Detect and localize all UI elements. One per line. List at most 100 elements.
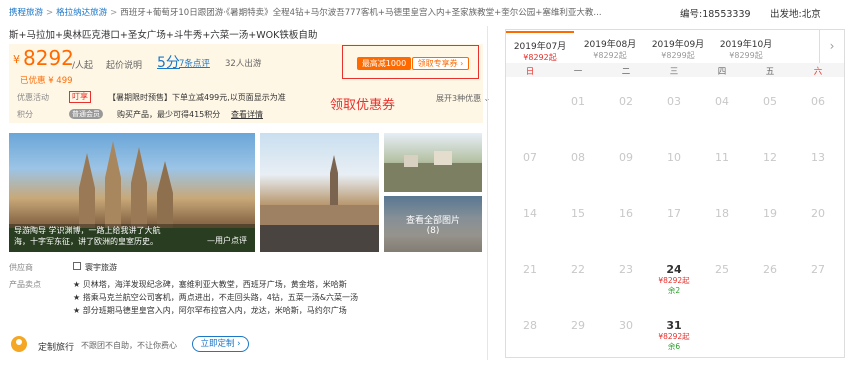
day-number: 08 bbox=[571, 151, 585, 164]
breadcrumb-separator: > bbox=[46, 8, 54, 18]
day-number: 01 bbox=[571, 95, 585, 108]
calendar-day: 14 bbox=[506, 188, 554, 244]
rating-score[interactable]: 5分 bbox=[157, 52, 180, 72]
day-number: 24 bbox=[666, 263, 682, 276]
calendar-day: 07 bbox=[506, 132, 554, 188]
calendar-day[interactable]: 24 ¥8292起 余2 bbox=[650, 244, 698, 300]
calendar-day: 20 bbox=[794, 188, 842, 244]
day-number: 23 bbox=[619, 263, 633, 276]
calendar-day: 18 bbox=[698, 188, 746, 244]
calendar-day: 25 bbox=[698, 244, 746, 300]
top-bar: 携程旅游 > 格拉纳达旅游 > 西班牙+葡萄牙10日跟团游·《暑期特卖》全程4钻+马尔波… bbox=[0, 0, 860, 22]
day-number: 15 bbox=[571, 207, 585, 220]
day-number: 06 bbox=[811, 95, 825, 108]
town-photo[interactable] bbox=[384, 133, 482, 192]
price-currency: ¥ bbox=[13, 53, 20, 66]
day-number: 31 bbox=[666, 319, 682, 332]
photo-count: (8) bbox=[426, 226, 440, 236]
day-price: ¥8292起 bbox=[658, 332, 690, 341]
supplier-label: 供应商 bbox=[9, 263, 33, 272]
review-author: —用户点评 bbox=[207, 236, 247, 245]
calendar-day: 19 bbox=[746, 188, 794, 244]
calendar-day: 16 bbox=[602, 188, 650, 244]
day-price: ¥8292起 bbox=[658, 276, 690, 285]
day-number: 10 bbox=[667, 151, 681, 164]
calendar-day: 05 bbox=[746, 76, 794, 132]
main-photo[interactable]: 导游陶导 学识渊博，一路上给我讲了大航海，十字军东征，讲了欧洲的皇室历史。 —用… bbox=[9, 133, 255, 252]
calendar-day: 15 bbox=[554, 188, 602, 244]
calendar-day: 08 bbox=[554, 132, 602, 188]
calendar-day: 21 bbox=[506, 244, 554, 300]
month-tab[interactable]: 2019年08月 ¥8292起 bbox=[576, 31, 644, 62]
calendar-day[interactable]: 31 ¥8292起 余6 bbox=[650, 300, 698, 356]
get-coupon-annotation: 领取优惠券 bbox=[330, 98, 396, 113]
calendar-day: 13 bbox=[794, 132, 842, 188]
month-tab[interactable]: 2019年07月 ¥8292起 bbox=[506, 31, 574, 62]
promo-tag: 叮享 bbox=[69, 91, 91, 103]
plaza-photo[interactable] bbox=[260, 133, 379, 252]
month-price: ¥8292起 bbox=[523, 53, 557, 62]
calendar-day: 29 bbox=[554, 300, 602, 356]
month-tab[interactable]: 2019年09月 ¥8299起 bbox=[644, 31, 712, 62]
plaza-illustration bbox=[260, 155, 379, 252]
calendar-day: 02 bbox=[602, 76, 650, 132]
departure-city: 出发地:北京 bbox=[770, 9, 821, 20]
month-tab[interactable]: 2019年10月 ¥8299起 bbox=[712, 31, 780, 62]
calendar-day: 12 bbox=[746, 132, 794, 188]
day-number: 27 bbox=[811, 263, 825, 276]
month-label: 2019年09月 bbox=[651, 40, 705, 50]
column-divider bbox=[487, 26, 488, 360]
day-number: 14 bbox=[523, 207, 537, 220]
day-number: 18 bbox=[715, 207, 729, 220]
calendar-day: 22 bbox=[554, 244, 602, 300]
day-number: 09 bbox=[619, 151, 633, 164]
price-per-person: /人起 bbox=[72, 61, 94, 71]
price-amount: 8292 bbox=[23, 46, 74, 70]
day-number: 03 bbox=[667, 95, 681, 108]
promo-text: 【暑期限时预售】下单立减499元,以页面显示为准 bbox=[108, 93, 286, 102]
chevron-right-icon[interactable]: › bbox=[819, 30, 844, 63]
month-label: 2019年10月 bbox=[719, 40, 773, 50]
breadcrumb-category[interactable]: 格拉纳达旅游 bbox=[56, 8, 107, 18]
view-all-label: 查看全部图片 bbox=[405, 216, 460, 226]
town-illustration bbox=[384, 151, 482, 192]
calendar-day: 28 bbox=[506, 300, 554, 356]
month-label: 2019年07月 bbox=[513, 42, 567, 52]
reviews-link[interactable]: 7条点评 bbox=[179, 57, 210, 69]
breadcrumb-title: 西班牙+葡萄牙10日跟团游·《暑期特卖》全程4钻+马尔波吾777客机+马德里皇宫… bbox=[120, 8, 602, 18]
day-number: 04 bbox=[715, 95, 729, 108]
points-detail-link[interactable]: 查看详情 bbox=[231, 109, 263, 120]
supplier-name[interactable]: 寰宇旅游 bbox=[85, 262, 117, 273]
member-badge: 普通会员 bbox=[69, 109, 103, 119]
custom-travel-icon bbox=[11, 336, 27, 352]
day-number: 13 bbox=[811, 151, 825, 164]
calendar-day: 17 bbox=[650, 188, 698, 244]
expand-promos-button[interactable]: 展开3种优惠 ⌄ bbox=[436, 93, 490, 104]
features-label: 产品卖点 bbox=[9, 280, 41, 289]
promo-label: 优惠活动 bbox=[17, 93, 49, 102]
weekday-label: 日 bbox=[525, 67, 535, 77]
get-exclusive-coupon-button[interactable]: 领取专享券 › bbox=[412, 57, 469, 70]
day-number: 02 bbox=[619, 95, 633, 108]
day-number: 25 bbox=[715, 263, 729, 276]
discount-amount: 已优惠 ¥ 499 bbox=[20, 76, 73, 86]
breadcrumb-home[interactable]: 携程旅游 bbox=[9, 8, 43, 18]
calendar-day: 11 bbox=[698, 132, 746, 188]
feature-item: ★ 搭乘马克兰航空公司客机，两点进出，不走回头路，4钻，五菜一汤&六菜一汤 bbox=[73, 293, 359, 302]
max-discount-badge: 最高减1000 bbox=[357, 57, 411, 70]
day-availability: 余2 bbox=[667, 286, 681, 295]
points-label: 积分 bbox=[17, 110, 33, 119]
month-price: ¥8292起 bbox=[593, 51, 627, 60]
day-number: 28 bbox=[523, 319, 537, 332]
day-number: 20 bbox=[811, 207, 825, 220]
view-all-photos[interactable]: 查看全部图片 (8) bbox=[384, 196, 482, 252]
price-description-link[interactable]: 起价说明 bbox=[106, 58, 142, 71]
custom-travel-desc: 不跟团不自助，不让你费心 bbox=[81, 341, 177, 350]
day-number: 05 bbox=[763, 95, 777, 108]
review-caption: 导游陶导 学识渊博，一路上给我讲了大航海，十字军东征，讲了欧洲的皇室历史。 bbox=[14, 226, 161, 246]
day-number: 30 bbox=[619, 319, 633, 332]
customize-now-button[interactable]: 立即定制 › bbox=[192, 336, 249, 352]
product-number: 编号:18553339 bbox=[680, 9, 751, 20]
calendar-day: 01 bbox=[554, 76, 602, 132]
month-label: 2019年08月 bbox=[583, 40, 637, 50]
